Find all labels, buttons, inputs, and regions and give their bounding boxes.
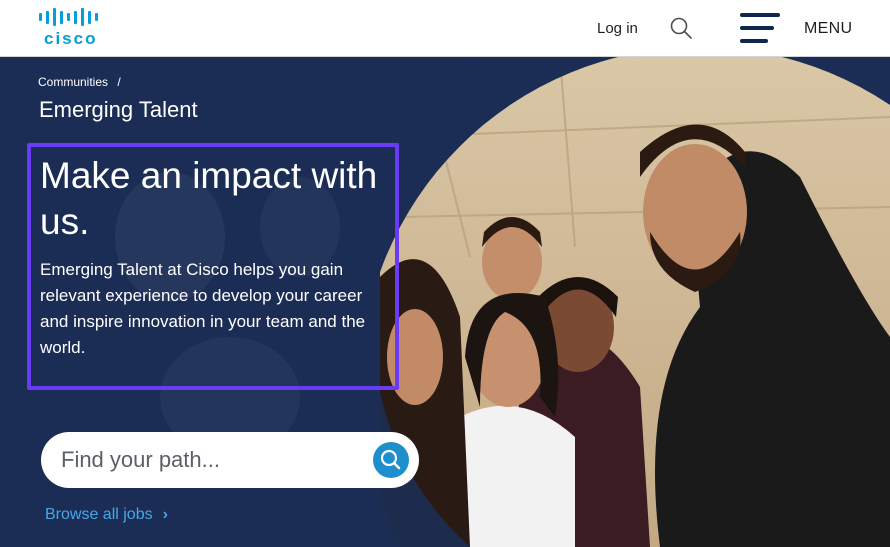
login-link[interactable]: Log in	[597, 20, 638, 37]
cisco-logo-bars-icon	[39, 8, 113, 26]
search-submit-button[interactable]	[373, 442, 409, 478]
menu-button[interactable]: MENU	[740, 13, 860, 45]
search-icon	[670, 17, 692, 39]
hero-headline: Make an impact with us.	[40, 155, 378, 242]
chevron-right-icon: ›	[162, 506, 168, 523]
browse-all-jobs-label: Browse all jobs	[45, 506, 153, 523]
search-icon	[380, 449, 401, 470]
browse-all-jobs-link[interactable]: Browse all jobs ›	[45, 506, 168, 524]
page-section-title: Emerging Talent	[39, 97, 198, 122]
cisco-logo[interactable]: cisco	[39, 8, 113, 48]
menu-label: MENU	[804, 20, 853, 37]
site-header: cisco Log in MENU	[0, 0, 890, 57]
breadcrumb-communities-link[interactable]: Communities	[38, 75, 108, 89]
path-search-input[interactable]: Find your path...	[41, 432, 419, 488]
cisco-logo-wordmark: cisco	[44, 29, 98, 48]
search-placeholder: Find your path...	[61, 447, 220, 472]
hero-description: Emerging Talent at Cisco helps you gain …	[40, 260, 366, 357]
breadcrumb: Communities /	[38, 75, 121, 89]
header-search-button[interactable]	[670, 17, 692, 39]
hero-banner: Communities / Emerging Talent Make an im…	[0, 57, 890, 547]
breadcrumb-separator: /	[117, 75, 121, 89]
hamburger-menu-icon	[740, 13, 780, 45]
